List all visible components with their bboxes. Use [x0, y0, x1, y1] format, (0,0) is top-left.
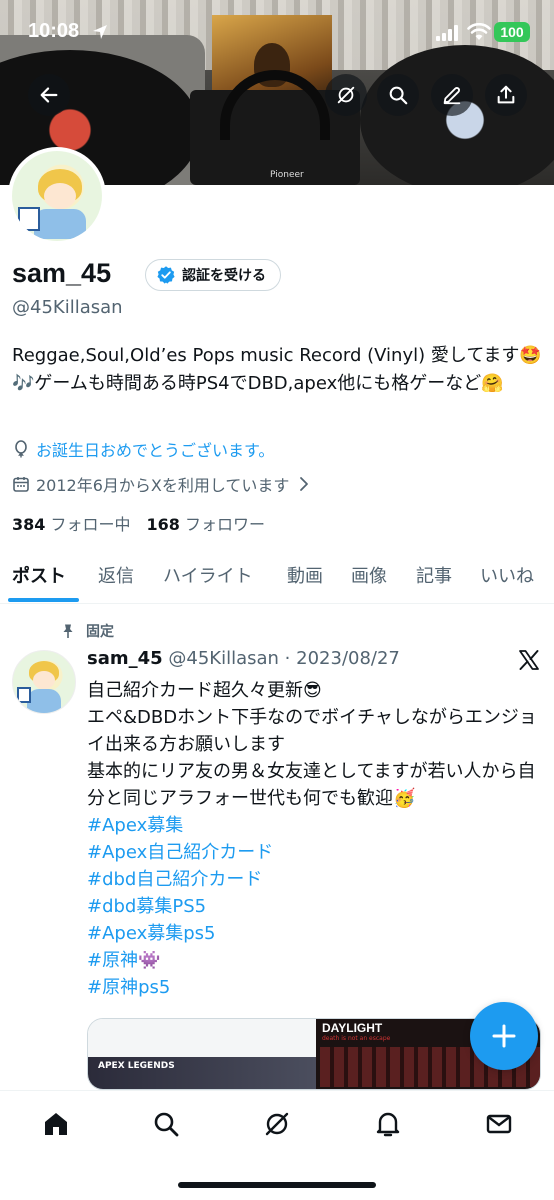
active-tab-indicator — [8, 598, 79, 602]
profile-avatar[interactable] — [8, 147, 106, 245]
joined-row[interactable]: 2012年6月からXを利用しています — [12, 472, 313, 496]
x-logo-icon — [519, 650, 539, 670]
pinned-indicator: 固定 — [60, 621, 114, 641]
arrow-left-icon — [40, 87, 58, 103]
following-label: フォロー中 — [50, 515, 131, 534]
profile-tabs: ポスト 返信 ハイライト 動画 画像 記事 いいね — [0, 548, 554, 604]
plus-icon — [492, 1024, 516, 1048]
hashtag-link[interactable]: #dbd自己紹介カード — [87, 866, 537, 893]
hashtag-link[interactable]: #dbd募集PS5 — [87, 893, 537, 920]
get-verified-button[interactable]: 認証を受ける — [145, 259, 281, 291]
pinned-label: 固定 — [86, 624, 114, 640]
tab-posts[interactable]: ポスト — [12, 562, 66, 588]
post-author-meta: @45Killasan · 2023/08/27 — [168, 648, 400, 669]
profile-display-name: sam_45 — [12, 258, 112, 288]
compose-post-button[interactable] — [470, 1002, 538, 1070]
chevron-right-icon — [300, 477, 309, 491]
hashtag-link[interactable]: #Apex募集ps5 — [87, 920, 537, 947]
search-button[interactable] — [377, 74, 419, 116]
avatar-face — [33, 671, 55, 689]
post-author-name[interactable]: sam_45 — [87, 648, 163, 669]
followers-count: 168 — [146, 515, 180, 534]
wifi-icon — [467, 23, 491, 40]
profile-bio: Reggae,Soul,Old’es Pops music Record (Vi… — [12, 345, 542, 394]
search-icon — [389, 86, 408, 105]
avatar-body — [34, 209, 86, 239]
messages-icon[interactable] — [484, 1109, 514, 1139]
avatar-body — [27, 689, 61, 713]
tab-likes[interactable]: いいね — [480, 562, 534, 588]
media-image-apex[interactable]: APEX LEGENDS — [88, 1019, 316, 1089]
grok-button[interactable] — [325, 74, 367, 116]
hashtag-link[interactable]: #Apex募集 — [87, 812, 537, 839]
post-line: 基本的にリア友の男＆女友達としてますが若い人から自分と同じアラフォー世代も何でも… — [87, 761, 536, 809]
post-text: 自己紹介カード超久々更新😎 エペ&DBDホント下手なのでボイチャしながらエンジョ… — [87, 677, 537, 1001]
grok-icon[interactable] — [262, 1109, 292, 1139]
home-icon[interactable] — [41, 1109, 71, 1139]
followers-label: フォロワー — [185, 515, 266, 534]
tab-highlights[interactable]: ハイライト — [163, 562, 253, 588]
hashtag-link[interactable]: #Apex自己紹介カード — [87, 839, 537, 866]
avatar-image — [12, 151, 102, 241]
tab-replies[interactable]: 返信 — [98, 562, 134, 588]
edit-icon — [443, 87, 461, 105]
joined-text: 2012年6月からXを利用しています — [36, 476, 290, 495]
back-button[interactable] — [28, 74, 70, 116]
pin-icon — [63, 624, 73, 638]
notifications-icon[interactable] — [373, 1109, 403, 1139]
following-link[interactable]: 384 フォロー中 — [12, 511, 131, 535]
post-avatar[interactable] — [12, 650, 76, 714]
share-icon — [497, 85, 515, 104]
avatar-face — [44, 183, 76, 209]
mixer-brand: Pioneer — [270, 170, 304, 180]
calendar-icon — [13, 477, 29, 492]
status-bar: 10:08 100 — [0, 0, 554, 62]
hashtag-link[interactable]: #原神👾 — [87, 947, 537, 974]
edit-button[interactable] — [431, 74, 473, 116]
balloon-icon — [15, 440, 27, 458]
battery-indicator: 100 — [494, 22, 530, 42]
search-icon[interactable] — [151, 1109, 181, 1139]
grok-icon — [337, 86, 355, 104]
post-line: エペ&DBDホント下手なのでボイチャしながらエンジョイ出来る方お願いします — [87, 707, 537, 755]
followers-link[interactable]: 168 フォロワー — [147, 511, 266, 535]
home-indicator — [178, 1182, 376, 1188]
avatar-card — [17, 687, 31, 703]
status-time: 10:08 — [28, 20, 80, 42]
follow-stats: 384 フォロー中 168 フォロワー — [12, 511, 265, 535]
hashtag-link[interactable]: #原神ps5 — [87, 974, 537, 1001]
media-subtitle: death is not an escape — [322, 1035, 391, 1042]
get-verified-label: 認証を受ける — [182, 268, 266, 284]
tab-videos[interactable]: 動画 — [287, 562, 323, 588]
birthday-text: お誕生日おめでとうございます。 — [36, 441, 275, 460]
share-button[interactable] — [485, 74, 527, 116]
avatar-card — [18, 207, 40, 231]
following-count: 384 — [12, 515, 46, 534]
verified-badge-icon — [157, 266, 175, 284]
profile-handle: @45Killasan — [12, 297, 123, 318]
post-header: sam_45 @45Killasan · 2023/08/27 — [87, 648, 400, 669]
media-title-daylight: DAYLIGHT — [322, 1021, 383, 1035]
tab-articles[interactable]: 記事 — [416, 562, 452, 588]
tab-images[interactable]: 画像 — [351, 562, 387, 588]
birthday-row[interactable]: お誕生日おめでとうございます。 — [12, 437, 274, 461]
media-caption-apex: APEX LEGENDS — [98, 1061, 175, 1071]
location-arrow-icon — [93, 25, 107, 39]
cellular-signal-icon — [436, 25, 458, 41]
post-line: 自己紹介カード超久々更新😎 — [87, 680, 322, 701]
